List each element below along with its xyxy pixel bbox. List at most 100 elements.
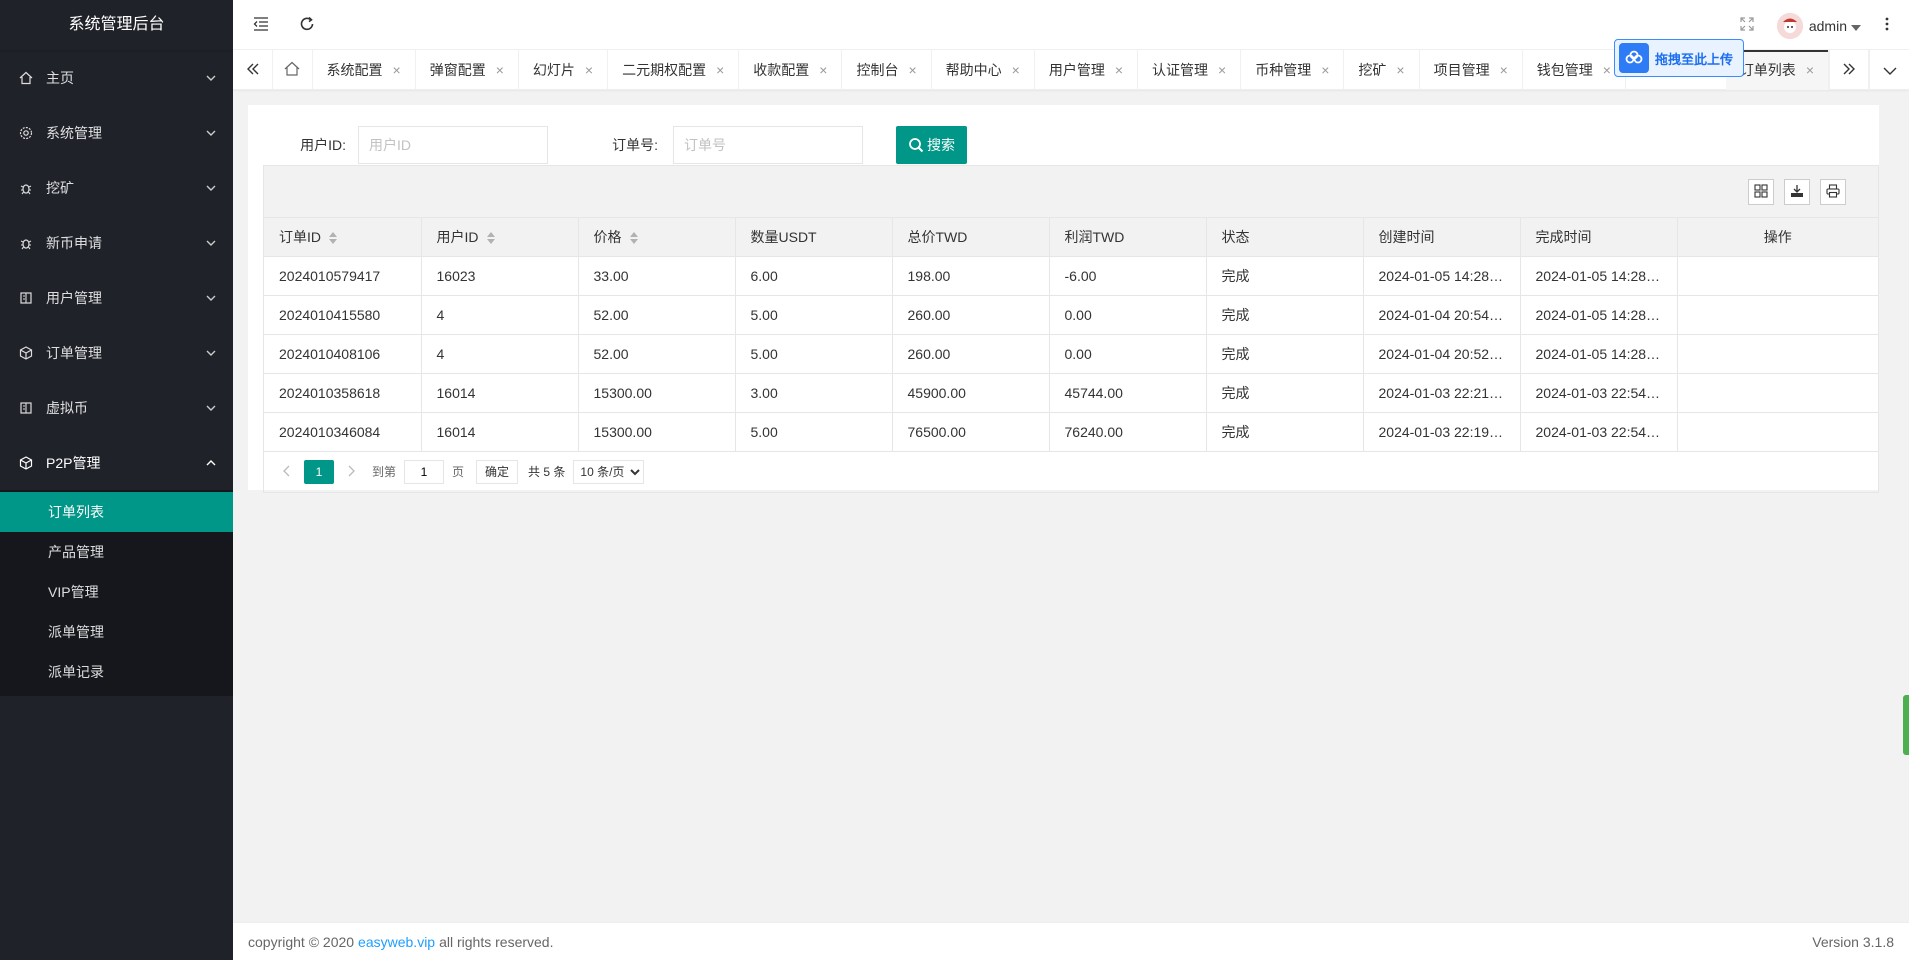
close-icon[interactable]: × xyxy=(585,62,593,78)
table-cell: 2024-01-04 20:54… xyxy=(1363,295,1521,335)
sidebar-subitem-order-list[interactable]: 订单列表 xyxy=(0,492,233,532)
sidebar-item-mining[interactable]: 挖矿 xyxy=(0,160,233,215)
table-cell: 5.00 xyxy=(735,412,893,452)
tabs-scroll-left-button[interactable] xyxy=(233,50,273,90)
column-header-user-id[interactable]: 用户ID xyxy=(421,218,579,257)
table-cell: 4 xyxy=(421,295,579,335)
goto-page-input[interactable] xyxy=(404,459,445,484)
sidebar-item-virtual-coin[interactable]: 虚拟币 xyxy=(0,380,233,435)
collapse-sidebar-button[interactable] xyxy=(249,13,273,37)
fullscreen-button[interactable] xyxy=(1735,13,1759,37)
table-row: 2024010358618 16014 15300.00 3.00 45900.… xyxy=(264,373,1878,413)
table-cell: 2024-01-03 22:54… xyxy=(1520,373,1678,413)
current-page[interactable]: 1 xyxy=(304,459,334,484)
tabs-scroll-right-button[interactable] xyxy=(1829,50,1869,90)
sidebar-item-home[interactable]: 主页 xyxy=(0,50,233,105)
column-filter-button[interactable] xyxy=(1748,179,1774,205)
sidebar-item-system[interactable]: 系统管理 xyxy=(0,105,233,160)
tabs-dropdown-button[interactable] xyxy=(1869,50,1909,90)
tabs-list: 系统配置 × 弹窗配置 × 幻灯片 × 二元期权配置 × 收款配置 × 控制台 × 帮助中心… xyxy=(273,50,1829,90)
tab-system-config[interactable]: 系统配置 × xyxy=(313,50,416,90)
column-header-price[interactable]: 价格 xyxy=(578,218,736,257)
sidebar-item-users[interactable]: 用户管理 xyxy=(0,270,233,325)
tab-help-center[interactable]: 帮助中心 × xyxy=(932,50,1035,90)
close-icon[interactable]: × xyxy=(1218,62,1226,78)
column-header-label: 操作 xyxy=(1763,228,1792,245)
sort-icon[interactable] xyxy=(629,232,638,245)
sidebar-item-new-coin[interactable]: 新币申请 xyxy=(0,215,233,270)
tab-binary-options-config[interactable]: 二元期权配置 × xyxy=(608,50,740,90)
footer-link[interactable]: easyweb.vip xyxy=(358,934,435,950)
column-header-order-id[interactable]: 订单ID xyxy=(264,218,422,257)
next-page-button[interactable] xyxy=(340,464,364,480)
close-icon[interactable]: × xyxy=(393,62,401,78)
tab-wallet-management[interactable]: 钱包管理 × xyxy=(1523,50,1626,90)
close-icon[interactable]: × xyxy=(1603,62,1611,78)
drag-upload-widget[interactable]: 拖拽至此上传 xyxy=(1614,39,1744,77)
tab-home[interactable] xyxy=(273,50,313,90)
order-no-input[interactable] xyxy=(673,126,863,164)
close-icon[interactable]: × xyxy=(1396,62,1404,78)
username: admin xyxy=(1808,18,1847,34)
sidebar-subitem-vip[interactable]: VIP管理 xyxy=(0,572,233,612)
app-title: 系统管理后台 xyxy=(0,0,233,50)
page-size-select[interactable]: 10 条/页 xyxy=(573,459,645,484)
table-cell: 260.00 xyxy=(892,295,1050,335)
tab-auth-management[interactable]: 认证管理 × xyxy=(1138,50,1242,90)
tab-coin-management[interactable]: 币种管理 × xyxy=(1241,50,1345,90)
sidebar-item-label: 挖矿 xyxy=(46,179,74,196)
column-header-label: 利润TWD xyxy=(1064,228,1125,245)
refresh-button[interactable] xyxy=(295,13,319,37)
close-icon[interactable]: × xyxy=(496,62,504,78)
prev-page-button[interactable] xyxy=(274,464,298,480)
close-icon[interactable]: × xyxy=(908,62,916,78)
tab-user-management[interactable]: 用户管理 × xyxy=(1035,50,1139,90)
chevron-down-icon xyxy=(205,347,217,359)
sort-icon[interactable] xyxy=(329,232,337,245)
tab-popup-config[interactable]: 弹窗配置 × xyxy=(416,50,519,90)
close-icon[interactable]: × xyxy=(819,62,827,78)
sidebar-item-p2p[interactable]: P2P管理 xyxy=(0,435,233,490)
table-cell: 2024-01-05 14:28… xyxy=(1363,256,1521,296)
column-header-label: 用户ID xyxy=(436,228,479,245)
export-button[interactable] xyxy=(1784,179,1810,205)
bug-icon xyxy=(18,180,34,196)
tab-label: 系统配置 xyxy=(326,62,383,78)
sidebar-subitem-products[interactable]: 产品管理 xyxy=(0,532,233,572)
goto-confirm-button[interactable]: 确定 xyxy=(476,459,519,484)
sidebar-item-label: 系统管理 xyxy=(46,124,102,141)
print-button[interactable] xyxy=(1820,179,1846,205)
sidebar-subitem-dispatch[interactable]: 派单管理 xyxy=(0,612,233,652)
double-chevron-right-icon xyxy=(1842,62,1856,78)
tab-project-management[interactable]: 项目管理 × xyxy=(1420,50,1523,90)
footer: copyright © 2020 easyweb.vip all rights … xyxy=(233,922,1909,960)
close-icon[interactable]: × xyxy=(1500,62,1508,78)
sidebar-item-orders[interactable]: 订单管理 xyxy=(0,325,233,380)
close-icon[interactable]: × xyxy=(1806,62,1814,78)
sidebar-subitem-dispatch-records[interactable]: 派单记录 xyxy=(0,652,233,692)
search-button[interactable]: 搜索 xyxy=(896,126,967,164)
tab-slideshow[interactable]: 幻灯片 × xyxy=(519,50,609,90)
user-id-input[interactable] xyxy=(358,126,548,164)
more-button[interactable] xyxy=(1875,13,1899,37)
close-icon[interactable]: × xyxy=(1012,62,1020,78)
book-icon xyxy=(18,290,34,306)
user-menu[interactable]: admin xyxy=(1776,13,1861,39)
side-float-handle[interactable] xyxy=(1903,695,1909,755)
chevron-down-icon xyxy=(205,72,217,84)
tab-mining[interactable]: 挖矿 × xyxy=(1344,50,1420,90)
tab-payment-config[interactable]: 收款配置 × xyxy=(739,50,843,90)
table-cell: 52.00 xyxy=(578,295,736,335)
user-id-label: 用户ID: xyxy=(300,137,346,153)
chevron-down-icon xyxy=(205,127,217,139)
refresh-icon xyxy=(299,16,315,35)
double-chevron-left-icon xyxy=(246,62,260,78)
table-cell: 5.00 xyxy=(735,295,893,335)
tab-label: 收款配置 xyxy=(753,62,810,78)
close-icon[interactable]: × xyxy=(1115,62,1123,78)
close-icon[interactable]: × xyxy=(1321,62,1329,78)
tab-console[interactable]: 控制台 × xyxy=(842,50,932,90)
sort-icon[interactable] xyxy=(486,232,495,245)
close-icon[interactable]: × xyxy=(716,62,724,78)
table-cell: 33.00 xyxy=(578,256,736,296)
